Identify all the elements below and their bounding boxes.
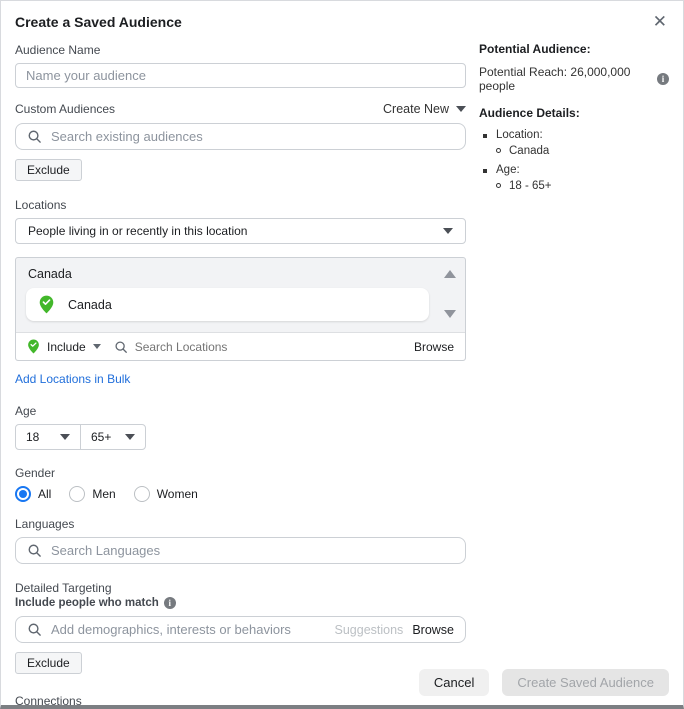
radio-selected-icon: [15, 486, 31, 502]
sub-bullet-icon: [496, 148, 501, 153]
custom-audiences-search[interactable]: [15, 123, 466, 150]
gender-option-men[interactable]: Men: [69, 486, 116, 502]
search-icon: [28, 623, 41, 636]
detailed-targeting-label: Detailed Targeting: [15, 581, 112, 595]
detailed-targeting-search[interactable]: Suggestions Browse: [15, 616, 466, 643]
search-icon: [115, 340, 127, 353]
close-icon[interactable]: ✕: [651, 11, 669, 32]
gender-label: Gender: [15, 466, 56, 480]
languages-search[interactable]: [15, 537, 466, 564]
locations-mode-dropdown[interactable]: People living in or recently in this loc…: [15, 218, 466, 244]
gender-option-label: Women: [156, 487, 198, 501]
custom-audiences-exclude-button[interactable]: Exclude: [15, 159, 82, 181]
radio-unselected-icon: [69, 486, 86, 502]
detail-label: Age:: [496, 164, 520, 176]
sub-bullet-icon: [496, 183, 501, 188]
age-max-dropdown[interactable]: 65+: [80, 424, 146, 450]
potential-audience-title: Potential Audience:: [479, 42, 591, 56]
detail-label: Location:: [496, 129, 543, 141]
dialog-footer: Cancel Create Saved Audience: [418, 669, 669, 696]
location-pin-check-icon: [39, 295, 54, 314]
potential-reach-text: Potential Reach: 26,000,000 people: [479, 65, 631, 93]
locations-region-title: Canada: [28, 267, 72, 281]
dialog-header: Create a Saved Audience ✕: [1, 1, 683, 30]
create-new-dropdown[interactable]: Create New: [383, 102, 466, 116]
gender-option-all[interactable]: All: [15, 486, 51, 502]
detail-sub-item: 18 - 65+: [496, 179, 552, 194]
radio-unselected-icon: [133, 486, 150, 502]
detail-sub-item: Canada: [496, 144, 549, 159]
audience-name-label: Audience Name: [15, 43, 101, 57]
scroll-down-icon[interactable]: [444, 310, 456, 318]
bullet-icon: [483, 134, 487, 138]
gender-option-label: All: [38, 487, 52, 501]
chevron-down-icon: [125, 434, 135, 440]
gender-radio-group: All Men Women: [15, 486, 466, 502]
chevron-down-icon: [443, 228, 453, 234]
chevron-down-icon: [60, 434, 70, 440]
locations-label: Locations: [15, 198, 67, 212]
connections-label: Connections: [15, 694, 82, 708]
create-saved-audience-dialog: Create a Saved Audience ✕ Audience Name …: [0, 0, 684, 709]
age-range-group: 18 65+: [15, 424, 466, 450]
age-max-value: 65+: [91, 430, 112, 444]
chevron-down-icon: [456, 106, 466, 112]
search-icon: [28, 544, 41, 557]
search-icon: [28, 130, 41, 143]
custom-audiences-search-input[interactable]: [51, 129, 454, 144]
selected-location-name: Canada: [68, 297, 112, 312]
selected-location-card[interactable]: Canada: [26, 288, 429, 321]
location-pin-check-icon: [28, 339, 39, 354]
age-min-value: 18: [26, 430, 40, 444]
bullet-icon: [483, 169, 487, 173]
scroll-up-icon[interactable]: [444, 270, 456, 278]
languages-label: Languages: [15, 517, 75, 531]
languages-search-input[interactable]: [51, 543, 454, 558]
list-item: Location: Canada: [479, 128, 669, 161]
include-people-text: Include people who match: [15, 597, 159, 609]
dialog-body: Audience Name Custom Audiences Create Ne…: [1, 30, 683, 708]
detail-value: Canada: [509, 145, 550, 157]
gender-option-label: Men: [92, 487, 116, 501]
detailed-targeting-exclude-button[interactable]: Exclude: [15, 652, 82, 674]
create-new-label: Create New: [383, 102, 449, 116]
detailed-targeting-input[interactable]: [51, 622, 326, 637]
audience-name-input[interactable]: [15, 63, 466, 88]
cancel-button[interactable]: Cancel: [418, 669, 490, 696]
age-label: Age: [15, 404, 37, 418]
dialog-title: Create a Saved Audience: [15, 14, 182, 30]
create-saved-audience-button[interactable]: Create Saved Audience: [502, 669, 669, 696]
list-item: Age: 18 - 65+: [479, 163, 669, 196]
form-column: Audience Name Custom Audiences Create Ne…: [15, 30, 466, 708]
potential-reach: Potential Reach: 26,000,000 people i: [479, 65, 669, 93]
info-icon[interactable]: i: [163, 597, 176, 609]
audience-details-title: Audience Details:: [479, 106, 580, 120]
suggestions-button[interactable]: Suggestions: [335, 623, 404, 637]
locations-browse-button[interactable]: Browse: [414, 340, 454, 354]
include-people-sublabel: Include people who match i: [15, 597, 466, 609]
detail-value: 18 - 65+: [509, 180, 552, 192]
locations-mode-value: People living in or recently in this loc…: [28, 224, 248, 238]
audience-summary-sidebar: Potential Audience: Potential Reach: 26,…: [466, 30, 669, 705]
chevron-down-icon: [92, 344, 101, 349]
info-icon[interactable]: i: [657, 73, 669, 85]
location-include-row: Include Browse: [16, 332, 465, 360]
custom-audiences-label: Custom Audiences: [15, 102, 116, 116]
locations-search-input[interactable]: [134, 339, 407, 354]
locations-box: Canada Canada Include Browse: [15, 257, 466, 361]
gender-option-women[interactable]: Women: [133, 486, 198, 502]
detailed-targeting-browse-button[interactable]: Browse: [412, 623, 454, 637]
include-dropdown-label[interactable]: Include: [47, 340, 86, 354]
age-min-dropdown[interactable]: 18: [15, 424, 81, 450]
audience-details-list: Location: Canada Age: 18 - 65+: [479, 128, 669, 196]
add-locations-bulk-link[interactable]: Add Locations in Bulk: [15, 372, 130, 386]
